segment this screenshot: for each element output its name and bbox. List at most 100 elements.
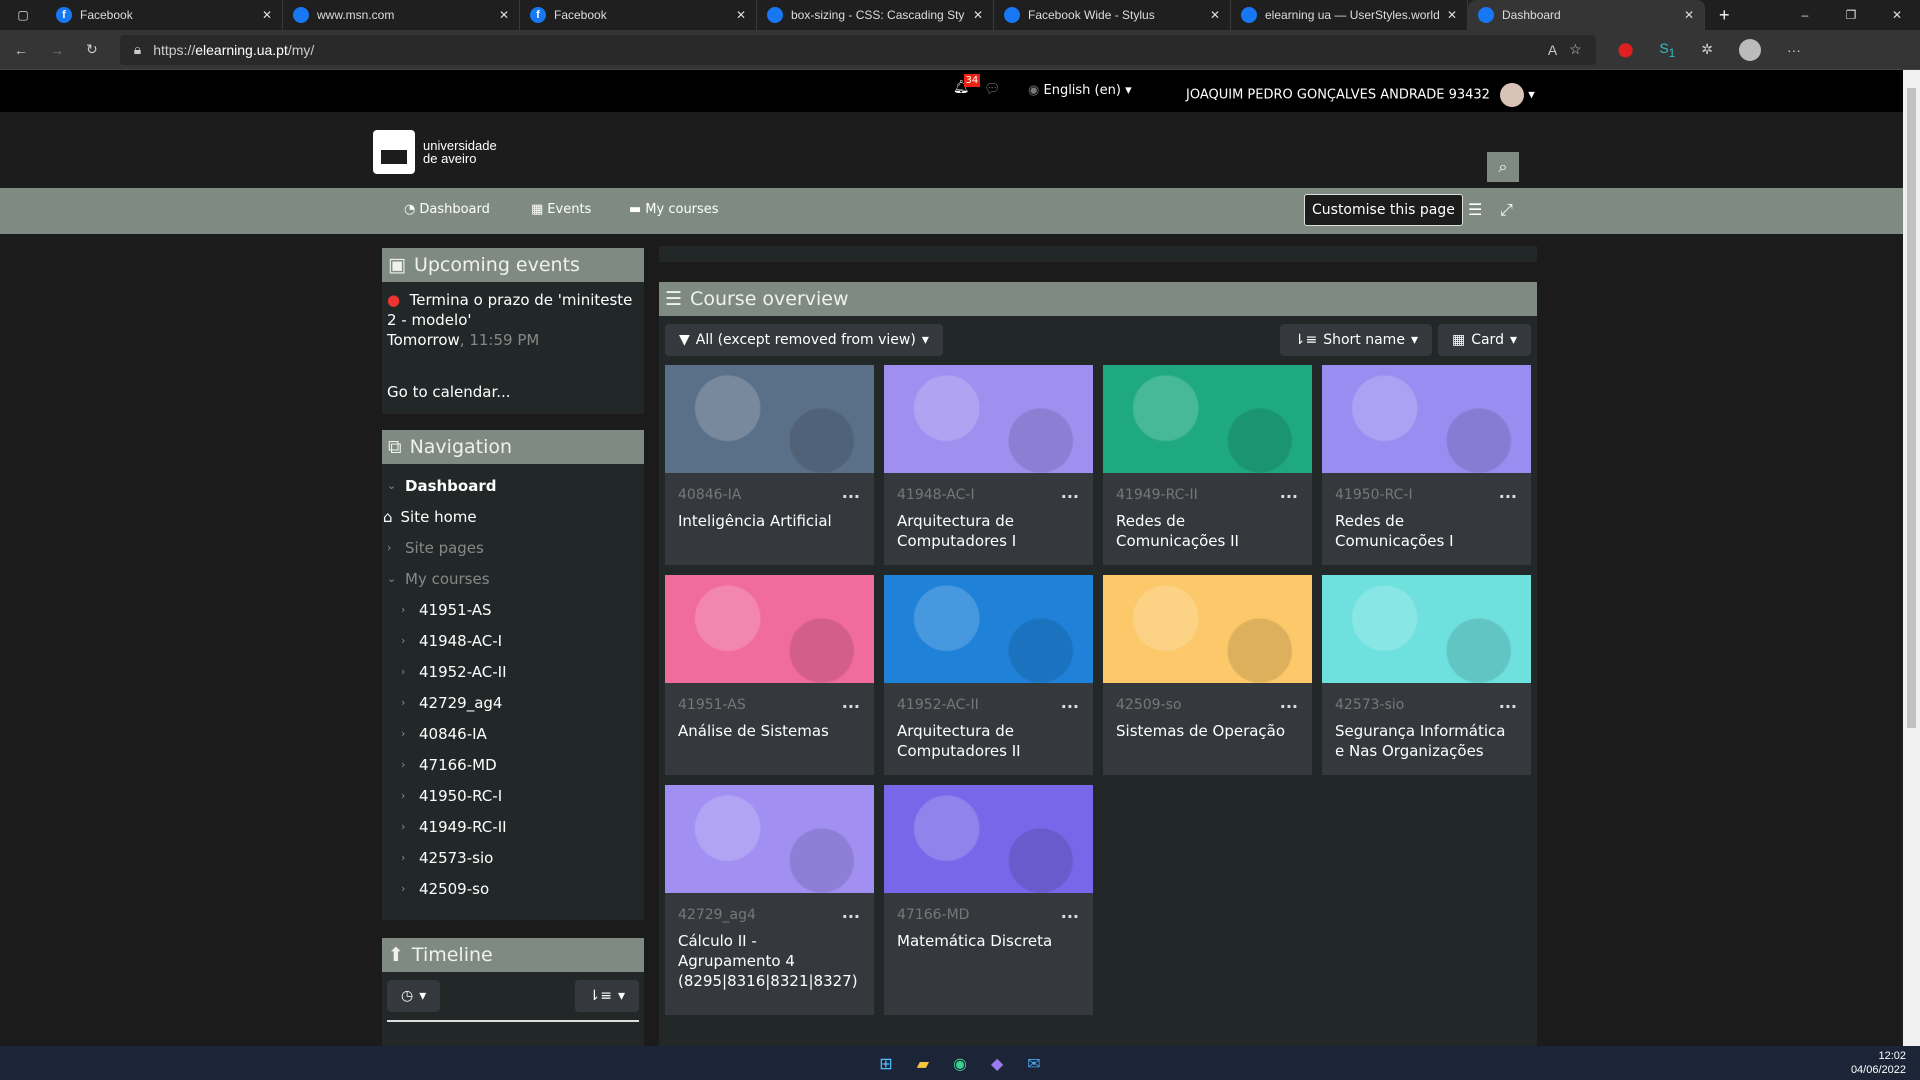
course-image[interactable] bbox=[884, 575, 1093, 683]
course-name-link[interactable]: Matemática Discreta bbox=[897, 931, 1080, 951]
course-actions-menu[interactable]: ··· bbox=[1061, 697, 1079, 716]
close-tab-icon[interactable]: ✕ bbox=[262, 8, 272, 22]
notifications-bell-icon[interactable]: 🔔︎34 bbox=[953, 74, 986, 95]
start-icon[interactable]: ⊞ bbox=[879, 1054, 892, 1073]
browser-tab[interactable]: www.msn.com ✕ bbox=[283, 0, 520, 30]
scrollbar-thumb[interactable] bbox=[1907, 88, 1916, 728]
file-explorer-icon[interactable]: ▰ bbox=[917, 1054, 929, 1073]
adblock-extension-icon[interactable]: ⬤ bbox=[1618, 41, 1634, 58]
course-actions-menu[interactable]: ··· bbox=[1499, 487, 1517, 506]
favorite-icon[interactable]: ☆ bbox=[1569, 41, 1582, 58]
timeline-sort-button[interactable]: ⇂≡ ▾ bbox=[574, 980, 639, 1012]
course-image[interactable] bbox=[665, 575, 874, 683]
fullscreen-icon[interactable]: ⤢ bbox=[1500, 200, 1513, 220]
nav-tree-course[interactable]: › 41951-AS bbox=[387, 594, 639, 625]
language-menu[interactable]: ◉ English (en) ▾ bbox=[1028, 83, 1132, 98]
nav-dashboard[interactable]: ◔ Dashboard bbox=[404, 202, 490, 217]
browser-tab[interactable]: Dashboard ✕ bbox=[1468, 0, 1705, 30]
page-scrollbar[interactable] bbox=[1903, 70, 1920, 1046]
extensions-icon[interactable]: ✲ bbox=[1701, 41, 1713, 58]
course-image[interactable] bbox=[1103, 575, 1312, 683]
course-name-link[interactable]: Redes de Comunicações I bbox=[1335, 511, 1518, 551]
nav-tree-course[interactable]: › 41950-RC-I bbox=[387, 780, 639, 811]
system-tray[interactable]: 12:02 04/06/2022 bbox=[1851, 1049, 1906, 1077]
nav-my-courses[interactable]: ▬ My courses bbox=[629, 202, 719, 217]
nav-tree-course[interactable]: › 41948-AC-I bbox=[387, 625, 639, 656]
lock-icon[interactable]: 🔒︎ bbox=[134, 41, 141, 58]
view-dropdown[interactable]: ▦ Card ▾ bbox=[1437, 324, 1531, 356]
edge-icon[interactable]: ◉ bbox=[953, 1054, 967, 1073]
restore-button[interactable]: ❐ bbox=[1828, 8, 1874, 22]
read-aloud-icon[interactable]: A bbox=[1548, 42, 1557, 58]
course-name-link[interactable]: Redes de Comunicações II bbox=[1116, 511, 1299, 551]
course-actions-menu[interactable]: ··· bbox=[842, 907, 860, 926]
nav-tree-course[interactable]: › 40846-IA bbox=[387, 718, 639, 749]
course-name-link[interactable]: Cálculo II - Agrupamento 4 (8295|8316|83… bbox=[678, 931, 861, 991]
nav-tree-course[interactable]: › 42573-sio bbox=[387, 842, 639, 873]
course-actions-menu[interactable]: ··· bbox=[842, 697, 860, 716]
nav-tree-site-home[interactable]: ⌂ Site home bbox=[383, 501, 639, 532]
course-card[interactable]: 41949-RC-II ··· Redes de Comunicações II bbox=[1103, 365, 1312, 565]
course-image[interactable] bbox=[884, 365, 1093, 473]
search-button[interactable]: ⌕ bbox=[1487, 152, 1519, 182]
course-actions-menu[interactable]: ··· bbox=[842, 487, 860, 506]
course-card[interactable]: 42729_ag4 ··· Cálculo II - Agrupamento 4 (… bbox=[665, 785, 874, 1015]
course-image[interactable] bbox=[1322, 365, 1531, 473]
nav-tree-course[interactable]: › 41952-AC-II bbox=[387, 656, 639, 687]
course-card[interactable]: 42509-so ··· Sistemas de Operação bbox=[1103, 575, 1312, 775]
course-card[interactable]: 41950-RC-I ··· Redes de Comunicações I bbox=[1322, 365, 1531, 565]
back-icon[interactable]: ← bbox=[14, 42, 28, 58]
course-name-link[interactable]: Segurança Informática e Nas Organizações bbox=[1335, 721, 1518, 761]
browser-tab[interactable]: f Facebook ✕ bbox=[520, 0, 757, 30]
course-actions-menu[interactable]: ··· bbox=[1280, 487, 1298, 506]
nav-tree-dashboard[interactable]: ⌄ Dashboard bbox=[387, 470, 639, 501]
close-tab-icon[interactable]: ✕ bbox=[499, 8, 509, 22]
mail-icon[interactable]: ✉ bbox=[1027, 1054, 1040, 1073]
new-tab-button[interactable]: + bbox=[1705, 5, 1744, 26]
course-card[interactable]: 42573-sio ··· Segurança Informática e Nas … bbox=[1322, 575, 1531, 775]
close-tab-icon[interactable]: ✕ bbox=[1684, 8, 1694, 22]
minimize-button[interactable]: – bbox=[1782, 8, 1828, 22]
browser-tab[interactable]: elearning ua — UserStyles.world ✕ bbox=[1231, 0, 1468, 30]
course-actions-menu[interactable]: ··· bbox=[1061, 487, 1079, 506]
nav-tree-my-courses[interactable]: ⌄ My courses bbox=[387, 563, 639, 594]
course-card[interactable]: 41951-AS ··· Análise de Sistemas bbox=[665, 575, 874, 775]
course-name-link[interactable]: Arquitectura de Computadores I bbox=[897, 511, 1080, 551]
url-input[interactable]: 🔒︎ https://elearning.ua.pt/my/ A ☆ bbox=[119, 34, 1596, 65]
tab-actions-icon[interactable]: ▢ bbox=[0, 8, 46, 22]
browser-tab[interactable]: f Facebook ✕ bbox=[46, 0, 283, 30]
course-actions-menu[interactable]: ··· bbox=[1499, 697, 1517, 716]
course-actions-menu[interactable]: ··· bbox=[1280, 697, 1298, 716]
course-name-link[interactable]: Inteligência Artificial bbox=[678, 511, 861, 531]
event-day[interactable]: Tomorrow bbox=[387, 331, 460, 349]
nav-tree-course[interactable]: › 41949-RC-II bbox=[387, 811, 639, 842]
go-to-calendar-link[interactable]: Go to calendar... bbox=[387, 382, 639, 402]
messages-icon[interactable]: 💬︎ bbox=[984, 82, 1001, 97]
nav-tree-site-pages[interactable]: › Site pages bbox=[387, 532, 639, 563]
nav-tree-course[interactable]: › 47166-MD bbox=[387, 749, 639, 780]
event-link[interactable]: Termina o prazo de 'miniteste 2 - modelo… bbox=[387, 291, 632, 329]
browser-menu-icon[interactable]: ··· bbox=[1787, 42, 1801, 58]
course-card[interactable]: 41948-AC-I ··· Arquitectura de Computadore… bbox=[884, 365, 1093, 565]
timeline-filter-button[interactable]: ◷ ▾ bbox=[387, 980, 441, 1012]
course-card[interactable]: 47166-MD ··· Matemática Discreta bbox=[884, 785, 1093, 1015]
sort-dropdown[interactable]: ⇂≡ Short name ▾ bbox=[1279, 324, 1432, 356]
course-name-link[interactable]: Arquitectura de Computadores II bbox=[897, 721, 1080, 761]
nav-events[interactable]: ▦ Events bbox=[531, 202, 591, 217]
browser-tab[interactable]: Facebook Wide - Stylus ✕ bbox=[994, 0, 1231, 30]
app-icon[interactable]: ◆ bbox=[991, 1054, 1003, 1073]
nav-tree-course[interactable]: › 42509-so bbox=[387, 873, 639, 904]
university-logo[interactable]: universidade de aveiro bbox=[373, 130, 497, 174]
course-image[interactable] bbox=[1103, 365, 1312, 473]
close-tab-icon[interactable]: ✕ bbox=[1210, 8, 1220, 22]
stylus-extension-icon[interactable]: S1 bbox=[1659, 40, 1675, 60]
course-image[interactable] bbox=[884, 785, 1093, 893]
course-card[interactable]: 40846-IA ··· Inteligência Artificial bbox=[665, 365, 874, 565]
forward-icon[interactable]: → bbox=[50, 42, 64, 58]
course-image[interactable] bbox=[1322, 575, 1531, 683]
customise-page-button[interactable]: Customise this page bbox=[1304, 194, 1463, 226]
refresh-icon[interactable]: ↻ bbox=[86, 41, 98, 58]
nav-tree-course[interactable]: › 42729_ag4 bbox=[387, 687, 639, 718]
browser-tab[interactable]: box-sizing - CSS: Cascading Style Sheets… bbox=[757, 0, 994, 30]
close-window-button[interactable]: ✕ bbox=[1874, 8, 1920, 22]
